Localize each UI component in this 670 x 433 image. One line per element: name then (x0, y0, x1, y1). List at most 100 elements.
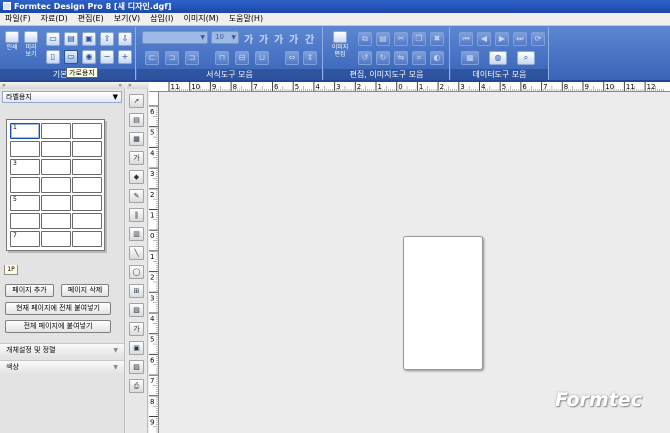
art-text-tool-icon[interactable]: ✎ (129, 189, 144, 203)
open-doc-icon[interactable]: ▤ (64, 32, 78, 46)
data-db-icon[interactable]: ◍ (489, 51, 507, 65)
portrait-paper-icon[interactable]: ▯ (46, 50, 60, 64)
rotate-left-icon[interactable]: ↺ (358, 51, 372, 65)
menu-file[interactable]: 파일(F) (0, 13, 36, 25)
data-refresh-icon[interactable]: ⟳ (531, 32, 545, 46)
label-cell[interactable] (41, 123, 71, 139)
menu-data[interactable]: 자료(D) (36, 13, 73, 25)
label-cell[interactable] (72, 159, 102, 175)
shape-tool-icon[interactable]: ◆ (129, 170, 144, 184)
pointer-tool-icon[interactable]: ➚ (129, 94, 144, 108)
data-search-icon[interactable]: ⌕ (517, 51, 535, 65)
filter-icon[interactable]: ◐ (430, 51, 444, 65)
menu-image[interactable]: 이미지(M) (179, 13, 224, 25)
import-data-tool-icon[interactable]: ▤ (129, 113, 144, 127)
print-button[interactable]: 인쇄 (3, 31, 21, 59)
barcode2-tool-icon[interactable]: ▥ (129, 227, 144, 241)
label-page[interactable] (403, 236, 483, 370)
vertical-text-tool-icon[interactable]: 가 (129, 322, 144, 336)
zoom-fit-icon[interactable]: ◉ (82, 50, 96, 64)
cut-icon[interactable]: ✂ (394, 32, 408, 46)
label-cell[interactable] (72, 213, 102, 229)
image-tool-icon[interactable]: ▣ (129, 341, 144, 355)
barcode-tool-icon[interactable]: ‖ (129, 208, 144, 222)
align-middle-icon[interactable]: ⊟ (235, 51, 249, 65)
object-settings-accordion[interactable]: 개체설정 및 정렬 ▼ (0, 343, 124, 357)
page-tab-1p[interactable]: 1P (4, 265, 18, 275)
label-cell[interactable]: 1 (10, 123, 40, 139)
menu-insert[interactable]: 삽입(I) (145, 13, 178, 25)
label-cell[interactable] (72, 141, 102, 157)
menu-help[interactable]: 도움말(H) (224, 13, 268, 25)
image-edit-button[interactable]: 이미지 편집 (330, 31, 350, 59)
data-last-icon[interactable]: ⏭ (513, 32, 527, 46)
color-accordion[interactable]: 색상 ▼ (0, 360, 124, 374)
crop-icon[interactable]: ⌗ (412, 51, 426, 65)
line-tool-icon[interactable]: ╲ (129, 246, 144, 260)
ellipse-tool-icon[interactable]: ◯ (129, 265, 144, 279)
align-center-icon[interactable]: ⊐ (165, 51, 179, 65)
paste-current-page-button[interactable]: 현재 페이지에 전체 붙여넣기 (5, 302, 111, 315)
label-paper-select[interactable]: 라벨용지 ▼ (2, 91, 122, 103)
label-cell[interactable]: 5 (10, 195, 40, 211)
clipart-tool-icon[interactable]: ▨ (129, 360, 144, 374)
label-cell[interactable] (41, 213, 71, 229)
rotate-right-icon[interactable]: ↻ (376, 51, 390, 65)
align-right-icon[interactable]: ⊐ (185, 51, 199, 65)
label-cell[interactable] (72, 231, 102, 247)
label-cell[interactable] (41, 195, 71, 211)
label-cell[interactable] (72, 195, 102, 211)
label-cell[interactable] (41, 231, 71, 247)
label-cell[interactable] (10, 213, 40, 229)
data-table-icon[interactable]: ▦ (461, 51, 479, 65)
label-cell[interactable] (72, 123, 102, 139)
bold-text-icon[interactable]: 가 (244, 31, 253, 46)
copy-icon[interactable]: ⧉ (358, 32, 372, 46)
outline-text-icon[interactable]: 가 (274, 31, 283, 46)
printer-tool-icon[interactable]: ⎙ (129, 379, 144, 393)
label-cell[interactable] (41, 141, 71, 157)
spacing-text-icon[interactable]: 간 (305, 31, 314, 46)
label-cell[interactable] (41, 177, 71, 193)
delete-page-button[interactable]: 페이지 삭제 (61, 284, 109, 297)
export-icon[interactable]: ⇪ (100, 32, 114, 46)
add-page-button[interactable]: 페이지 추가 (5, 284, 54, 297)
landscape-paper-icon[interactable]: ▭ (64, 50, 78, 64)
label-cell[interactable]: 3 (10, 159, 40, 175)
toolstrip-collapse[interactable]: » (126, 82, 148, 89)
distribute-v-icon[interactable]: ⇕ (303, 51, 317, 65)
import-icon[interactable]: ⇩ (118, 32, 132, 46)
new-doc-icon[interactable]: ▭ (46, 32, 60, 46)
italic-text-icon[interactable]: 가 (259, 31, 268, 46)
label-cell[interactable] (72, 177, 102, 193)
paste-icon[interactable]: ▤ (376, 32, 390, 46)
panel-collapse-strip[interactable]: » « (0, 82, 125, 89)
label-cell[interactable] (10, 177, 40, 193)
save-icon[interactable]: ▣ (82, 32, 96, 46)
paste-all-pages-button[interactable]: 전체 페이지에 붙여넣기 (5, 320, 111, 333)
distribute-h-icon[interactable]: ⇔ (285, 51, 299, 65)
align-left-icon[interactable]: ⊏ (145, 51, 159, 65)
preview-button[interactable]: 미리 보기 (22, 31, 40, 59)
zoom-in-icon[interactable]: + (118, 50, 132, 64)
zoom-out-icon[interactable]: − (100, 50, 114, 64)
font-size-select[interactable]: 10 ▼ (211, 31, 239, 44)
align-top-icon[interactable]: ⊓ (215, 51, 229, 65)
grid-tool-icon[interactable]: ▦ (129, 132, 144, 146)
delete-icon[interactable]: ✖ (430, 32, 444, 46)
table-tool-icon[interactable]: ⊞ (129, 284, 144, 298)
menu-view[interactable]: 보기(V) (109, 13, 145, 25)
data-next-icon[interactable]: ▶ (495, 32, 509, 46)
label-cell[interactable]: 7 (10, 231, 40, 247)
data-first-icon[interactable]: ⏮ (459, 32, 473, 46)
flip-icon[interactable]: ⇋ (394, 51, 408, 65)
label-cell[interactable] (10, 141, 40, 157)
shadow-text-icon[interactable]: 가 (289, 31, 298, 46)
align-bottom-icon[interactable]: ⊔ (255, 51, 269, 65)
label-cell[interactable] (41, 159, 71, 175)
text-tool-icon[interactable]: 가 (129, 151, 144, 165)
menu-edit[interactable]: 편집(E) (73, 13, 109, 25)
duplicate-icon[interactable]: ❐ (412, 32, 426, 46)
font-name-select[interactable]: ▼ (142, 31, 208, 44)
gradient-tool-icon[interactable]: ▧ (129, 303, 144, 317)
